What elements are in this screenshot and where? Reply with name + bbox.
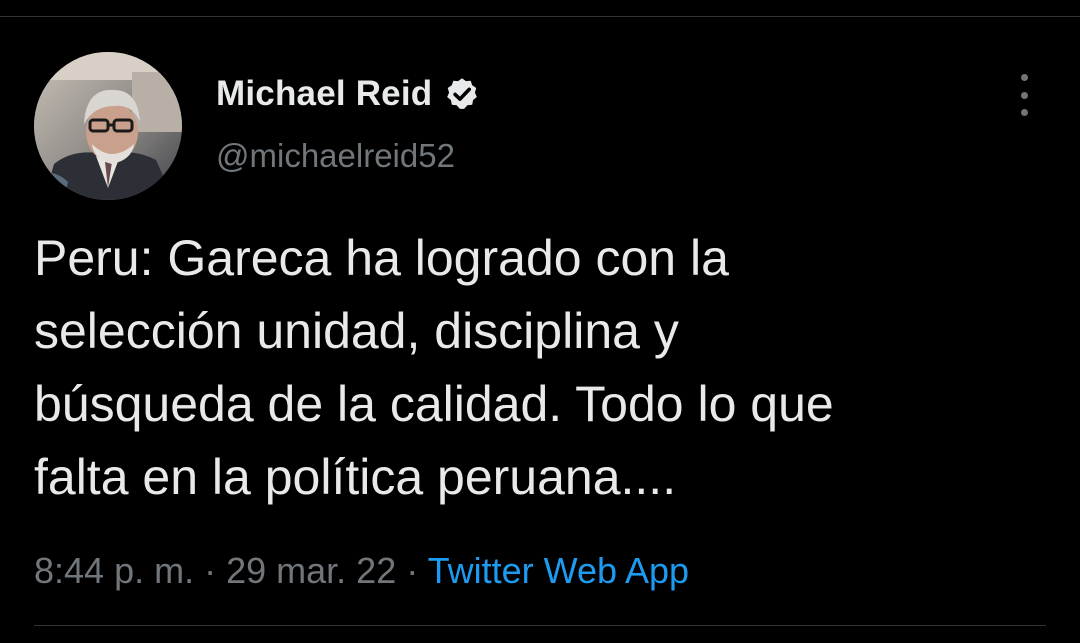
tweet-text-line: falta en la política peruana....	[34, 449, 677, 505]
tweet-date[interactable]: 29 mar. 22	[226, 550, 396, 591]
author-display-name[interactable]: Michael Reid	[216, 74, 432, 114]
more-dot	[1020, 91, 1028, 99]
avatar-image	[34, 52, 182, 200]
bottom-divider	[34, 625, 1046, 626]
tweet-text-line: selección unidad, disciplina y	[34, 303, 679, 359]
verified-badge-icon	[444, 76, 480, 112]
author-handle[interactable]: @michaelreid52	[216, 137, 455, 175]
tweet-time[interactable]: 8:44 p. m.	[34, 550, 194, 591]
more-dot	[1020, 74, 1028, 81]
meta-separator: ·	[204, 550, 217, 591]
more-options-icon[interactable]	[1010, 74, 1038, 116]
meta-separator: ·	[406, 550, 419, 591]
tweet-source-link[interactable]: Twitter Web App	[428, 550, 689, 591]
tweet-text-line: búsqueda de la calidad. Todo lo que	[34, 376, 834, 432]
tweet-metadata: 8:44 p. m. · 29 mar. 22 · Twitter Web Ap…	[34, 550, 689, 592]
avatar[interactable]	[34, 52, 182, 200]
tweet-text-line: Peru: Gareca ha logrado con la	[34, 230, 729, 286]
top-divider	[0, 16, 1080, 17]
tweet-text: Peru: Gareca ha logrado con la selección…	[34, 222, 1044, 514]
more-dot	[1020, 109, 1028, 116]
author-name-row[interactable]: Michael Reid	[216, 74, 480, 114]
